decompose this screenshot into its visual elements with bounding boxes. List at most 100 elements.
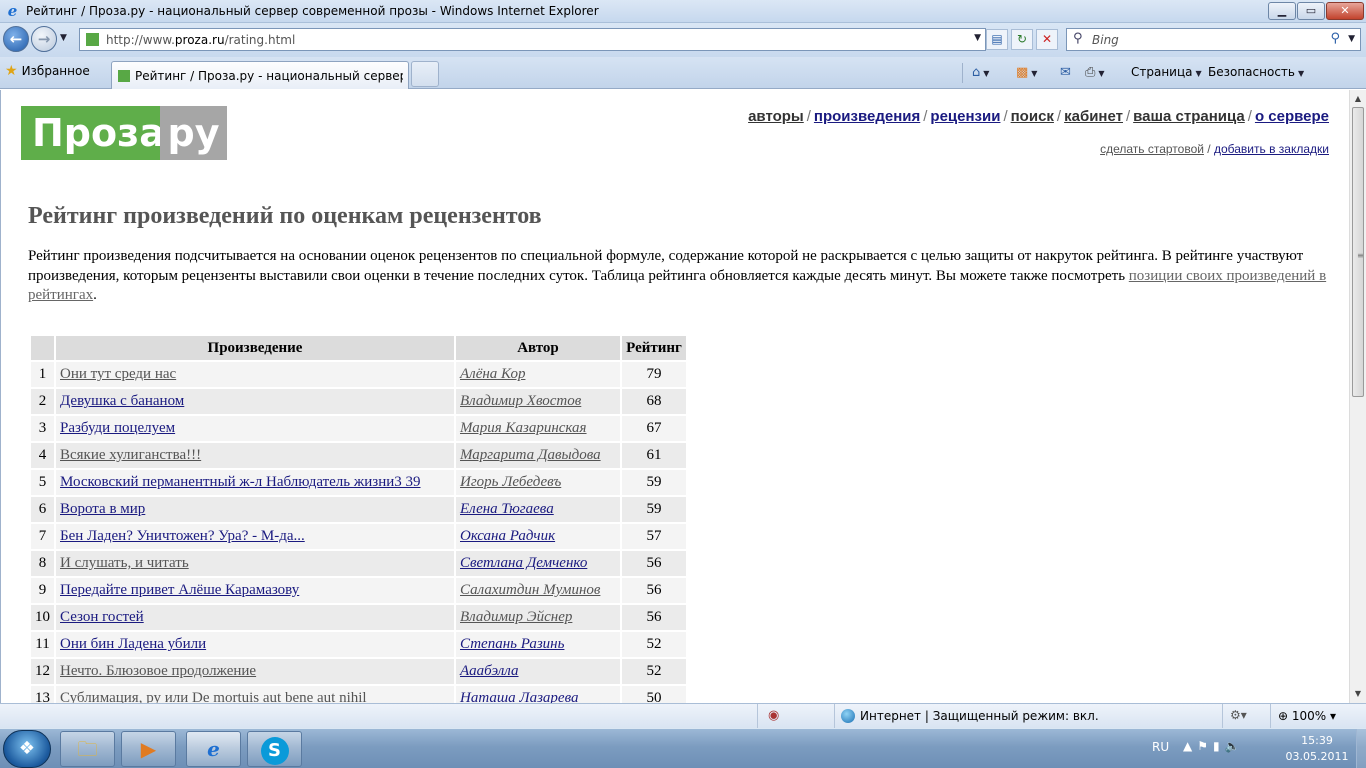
author-cell: Степань Разинь [456,632,620,657]
work-link[interactable]: Сублимация, ру или De mortuis aut bene a… [60,690,367,703]
flag-icon: ⚑ [1197,739,1213,753]
taskbar-skype[interactable]: S [247,731,302,767]
taskbar-media-player[interactable]: ▶ [121,731,176,767]
volume-icon: 🔈 [1224,739,1245,753]
home-button[interactable]: ⌂ ▼ [972,63,989,83]
clock[interactable]: 15:39 03.05.2011 [1282,733,1352,765]
mail-button[interactable]: ✉ [1060,63,1071,83]
back-button[interactable]: ← [3,26,29,52]
author-link[interactable]: Маргарита Давыдова [460,447,601,463]
maximize-button[interactable]: ▭ [1297,2,1325,20]
scroll-down-icon[interactable]: ▼ [1351,686,1365,702]
scroll-up-icon[interactable]: ▲ [1351,91,1365,107]
search-icon[interactable]: ⚲ [1330,31,1340,46]
author-link[interactable]: Аaaбэлла [460,663,519,679]
author-cell: Оксана Радчик [456,524,620,549]
forward-button[interactable]: → [31,26,57,52]
author-link[interactable]: Салахитдин Муминов [460,582,600,598]
add-bookmark-link[interactable]: добавить в закладки [1214,142,1329,156]
settings-icon[interactable]: ⚙▾ [1230,708,1247,722]
search-input[interactable]: Bing [1092,33,1119,47]
search-dropdown-icon[interactable]: ▼ [1348,34,1355,44]
rating-value: 52 [622,632,686,657]
work-cell: Бен Ладен? Уничтожен? Ура? - М-да... [56,524,454,549]
work-cell: Ворота в мир [56,497,454,522]
work-link[interactable]: Они тут среди нас [60,366,176,382]
feeds-button[interactable]: ▩ ▼ [1016,63,1037,83]
security-zone[interactable]: Интернет | Защищенный режим: вкл. [860,709,1099,723]
work-link[interactable]: Разбуди поцелуем [60,420,175,436]
nav-link-reviews[interactable]: рецензии [930,108,1000,125]
vertical-scrollbar[interactable]: ▲ ≡ ▼ [1349,90,1366,703]
language-indicator[interactable]: RU [1152,740,1169,754]
author-link[interactable]: Владимир Эйснер [460,609,572,625]
refresh-icon[interactable]: ↻ [1011,29,1033,50]
work-link[interactable]: Московский перманентный ж-л Наблюдатель … [60,474,421,490]
author-link[interactable]: Игорь Лебедевъ [460,474,561,490]
col-header-rating: Рейтинг [622,336,686,360]
address-dropdown-icon[interactable]: ▼ [974,33,981,43]
printer-icon: ⎙ [1085,65,1096,80]
privacy-icon[interactable]: ◉ [768,708,779,723]
print-button[interactable]: ⎙ ▼ [1085,63,1105,83]
nav-link-your-page[interactable]: ваша страница [1133,108,1245,125]
table-row: 13 Сублимация, ру или De mortuis aut bene… [31,686,686,703]
author-link[interactable]: Светлана Демченко [460,555,587,571]
work-link[interactable]: Всякие хулиганства!!! [60,447,201,463]
address-url[interactable]: http://www.proza.ru/rating.html [106,33,295,47]
start-button[interactable]: ❖ [3,730,51,768]
nav-link-authors[interactable]: авторы [748,108,804,125]
table-row: 8 И слушать, и читать Светлана Демченко 56 [31,551,686,576]
work-link[interactable]: Сезон гостей [60,609,144,625]
work-link[interactable]: Передайте привет Алёше Карамазову [60,582,299,598]
author-link[interactable]: Степань Разинь [460,636,564,652]
internet-zone-icon [841,709,855,723]
show-hidden-icons-icon: ▲ [1183,739,1198,753]
address-bar[interactable]: http://www.proza.ru/rating.html ▼ [79,28,986,51]
safety-menu[interactable]: Безопасность ▼ [1208,63,1304,83]
page-viewport: Проза ру авторы / произведения / рецензии / по… [0,90,1349,703]
work-link[interactable]: Бен Ладен? Уничтожен? Ура? - М-да... [60,528,305,544]
zoom-level[interactable]: ⊕ 100% ▾ [1278,709,1336,723]
author-cell: Салахитдин Муминов [456,578,620,603]
work-link[interactable]: Они бин Ладена убили [60,636,206,652]
stop-icon[interactable]: ✕ [1036,29,1058,50]
author-link[interactable]: Алёна Кор [460,366,525,382]
tray-icons[interactable]: ▲⚑▮🔈 [1183,739,1245,753]
row-number: 13 [31,686,54,703]
nav-link-about[interactable]: о сервере [1255,108,1329,125]
work-link[interactable]: Ворота в мир [60,501,145,517]
logo-left: Проза [21,106,165,160]
skype-icon: S [260,737,289,765]
close-button[interactable]: ✕ [1326,2,1364,20]
tab-title: Рейтинг / Проза.ру - национальный сервер… [135,69,403,83]
minimize-button[interactable]: ▁ [1268,2,1296,20]
new-tab-button[interactable] [411,61,439,87]
row-number: 1 [31,362,54,387]
author-link[interactable]: Елена Тюгаева [460,501,554,517]
nav-link-cabinet[interactable]: кабинет [1064,108,1123,125]
taskbar-explorer[interactable]: 🗀 [60,731,115,767]
author-link[interactable]: Оксана Радчик [460,528,555,544]
favorites-button[interactable]: ★ Избранное [5,63,90,83]
compatibility-view-icon[interactable]: ▤ [986,29,1008,50]
scrollbar-thumb[interactable]: ≡ [1352,107,1364,397]
taskbar-internet-explorer[interactable]: e [186,731,241,767]
tab-rating[interactable]: Рейтинг / Проза.ру - национальный сервер… [111,61,409,89]
nav-link-works[interactable]: произведения [814,108,920,125]
search-box[interactable]: ⚲ Bing ⚲ ▼ [1066,28,1361,51]
author-link[interactable]: Наташа Лазарева [460,690,579,703]
row-number: 12 [31,659,54,684]
page-menu[interactable]: Страница ▼ [1131,63,1202,83]
nav-link-search[interactable]: поиск [1011,108,1054,125]
address-toolbar: ← → ▼ http://www.proza.ru/rating.html ▼ … [0,23,1366,57]
author-link[interactable]: Владимир Хвостов [460,393,581,409]
show-desktop-button[interactable] [1356,729,1366,768]
make-homepage-link[interactable]: сделать стартовой [1100,142,1204,156]
work-link[interactable]: И слушать, и читать [60,555,189,571]
work-cell: И слушать, и читать [56,551,454,576]
history-dropdown-icon[interactable]: ▼ [60,33,67,43]
work-link[interactable]: Девушка с бананом [60,393,184,409]
work-link[interactable]: Нечто. Блюзовое продолжение [60,663,256,679]
author-link[interactable]: Мария Казаринская [460,420,587,436]
